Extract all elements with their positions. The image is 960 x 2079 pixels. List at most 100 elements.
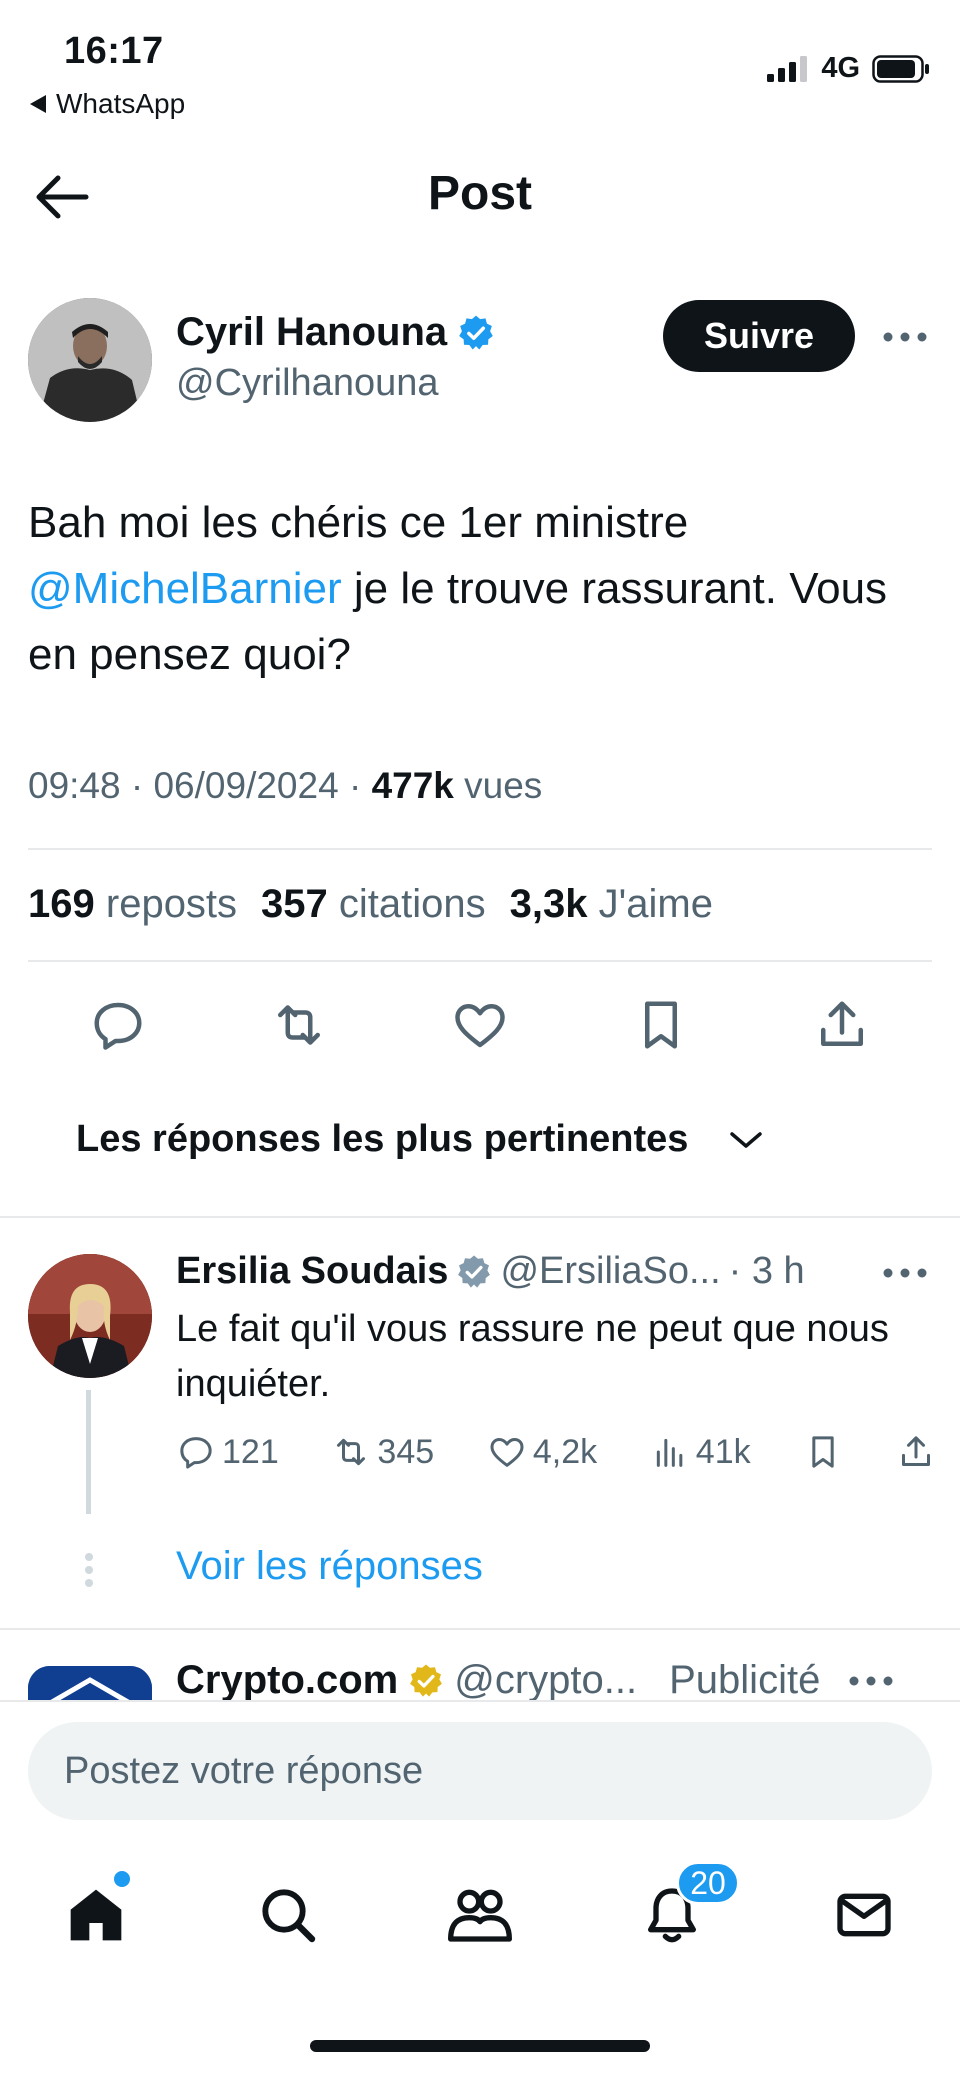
- tab-search[interactable]: [248, 1875, 328, 1955]
- ad-label: Publicité: [669, 1658, 821, 1700]
- more-options-button[interactable]: [882, 322, 928, 352]
- meta-separator: ·: [130, 765, 144, 806]
- communities-icon: [447, 1889, 512, 1942]
- more-dots-icon: [883, 332, 927, 342]
- bottom-tab-bar: 20: [0, 1861, 960, 1960]
- verified-badge-icon: [458, 1255, 491, 1288]
- replies-sort-dropdown[interactable]: Les réponses les plus pertinentes: [76, 1118, 764, 1161]
- author-name-row[interactable]: Cyril Hanouna: [176, 310, 495, 355]
- reply-button[interactable]: [86, 993, 150, 1057]
- tab-messages[interactable]: [824, 1875, 904, 1955]
- likes-label: J'aime: [598, 882, 713, 926]
- back-to-app-link[interactable]: WhatsApp: [30, 88, 185, 120]
- status-indicators: 4G: [767, 52, 930, 85]
- ad-name: Crypto.com: [176, 1658, 399, 1700]
- repost-button[interactable]: [267, 993, 331, 1057]
- ad-handle: @crypto...: [454, 1658, 638, 1700]
- ad-header: Crypto.com @crypto... Publicité: [176, 1658, 894, 1700]
- share-icon: [820, 1001, 863, 1046]
- vertical-dots-icon: [85, 1553, 93, 1587]
- signal-icon: [767, 55, 808, 82]
- post-text-before: Bah moi les chéris ce 1er ministre: [28, 498, 689, 547]
- reply-more-options-button[interactable]: [882, 1258, 928, 1288]
- avatar-photo: [28, 298, 152, 422]
- post-metadata: 09:48 · 06/09/2024 · 477k vues: [28, 765, 542, 807]
- quotes-label: citations: [338, 882, 486, 926]
- reply-time: · 3 h: [728, 1250, 805, 1292]
- reply-share-button[interactable]: [896, 1432, 936, 1472]
- author-avatar[interactable]: [28, 298, 152, 422]
- quotes-stat[interactable]: 357 citations: [261, 882, 486, 927]
- thread-dots: [84, 1552, 94, 1588]
- repost-icon: [278, 1005, 321, 1045]
- reply-icon: [94, 1002, 142, 1050]
- mail-icon: [837, 1893, 891, 1937]
- status-time: 16:17: [64, 30, 164, 72]
- tab-home[interactable]: [56, 1871, 136, 1955]
- more-dots-icon: [849, 1676, 893, 1685]
- post-text: Bah moi les chéris ce 1er ministre @Mich…: [28, 490, 928, 688]
- like-button[interactable]: [448, 993, 512, 1057]
- repost-icon: [337, 1438, 366, 1466]
- bookmark-icon: [644, 1001, 677, 1049]
- reply-author-name[interactable]: Ersilia Soudais: [176, 1250, 448, 1293]
- promoted-post[interactable]: Crypto.com @crypto... Publicité: [0, 1630, 960, 1700]
- views-label: vues: [464, 765, 543, 806]
- battery-icon: [872, 54, 929, 83]
- reply-likes-count: 4,2k: [532, 1432, 598, 1471]
- follow-button[interactable]: Suivre: [663, 300, 855, 372]
- home-indicator: [310, 2040, 650, 2052]
- likes-stat[interactable]: 3,3k J'aime: [510, 882, 713, 927]
- reply-bookmark-button[interactable]: [803, 1432, 843, 1472]
- post-date: 06/09/2024: [153, 765, 339, 806]
- page-title: Post: [427, 167, 532, 220]
- divider: [28, 960, 932, 962]
- likes-count: 3,3k: [509, 882, 588, 926]
- reply-avatar[interactable]: [28, 1254, 152, 1378]
- reply-input[interactable]: [28, 1722, 932, 1820]
- reposts-stat[interactable]: 169 reposts: [28, 882, 237, 927]
- tab-communities[interactable]: [440, 1875, 520, 1955]
- reposts-label: reposts: [105, 882, 238, 926]
- reply-author-handle[interactable]: @ErsiliaSo...: [500, 1250, 720, 1293]
- gold-verified-badge-icon: [410, 1664, 443, 1697]
- heart-icon: [455, 1004, 505, 1048]
- divider: [0, 1216, 960, 1218]
- reply-repost-button[interactable]: 345: [331, 1432, 434, 1472]
- back-triangle-icon: [30, 95, 46, 113]
- quotes-count: 357: [261, 882, 328, 926]
- post-time: 09:48: [28, 765, 121, 806]
- share-button[interactable]: [810, 993, 874, 1057]
- bookmark-button[interactable]: [629, 993, 693, 1057]
- reply-icon: [180, 1437, 212, 1469]
- search-icon: [262, 1889, 316, 1943]
- post-action-bar: [28, 993, 932, 1057]
- mention-link[interactable]: @MichelBarnier: [28, 564, 342, 613]
- reply-reply-button[interactable]: 121: [176, 1432, 279, 1472]
- heart-icon: [490, 1438, 524, 1467]
- home-icon: [70, 1889, 122, 1941]
- thread-line: [86, 1390, 91, 1514]
- author-handle[interactable]: @Cyrilhanouna: [176, 362, 439, 405]
- reply-views-button[interactable]: 41k: [650, 1432, 751, 1472]
- see-replies-link[interactable]: Voir les réponses: [176, 1544, 483, 1589]
- reply-header: Ersilia Soudais @ErsiliaSo... · 3 h: [176, 1250, 805, 1293]
- views-chart-icon: [656, 1438, 683, 1467]
- sort-label: Les réponses les plus pertinentes: [76, 1118, 689, 1160]
- views-count: 477k: [371, 765, 454, 806]
- unread-dot: [114, 1871, 130, 1887]
- reply-like-button[interactable]: 4,2k: [487, 1432, 597, 1472]
- ad-avatar: [28, 1666, 152, 1700]
- share-icon: [902, 1436, 930, 1466]
- bookmark-icon: [812, 1436, 834, 1468]
- reply-views-count: 41k: [695, 1432, 751, 1471]
- divider: [28, 848, 932, 850]
- more-dots-icon: [883, 1268, 927, 1278]
- verified-badge-icon: [459, 315, 493, 349]
- reply-action-bar: 121 345 4,2k 41k: [176, 1432, 936, 1472]
- avatar-photo: [28, 1254, 152, 1378]
- chevron-down-icon: [730, 1131, 763, 1148]
- notifications-badge: 20: [676, 1861, 740, 1905]
- reposts-count: 169: [28, 882, 95, 926]
- tab-notifications[interactable]: 20: [632, 1861, 740, 1955]
